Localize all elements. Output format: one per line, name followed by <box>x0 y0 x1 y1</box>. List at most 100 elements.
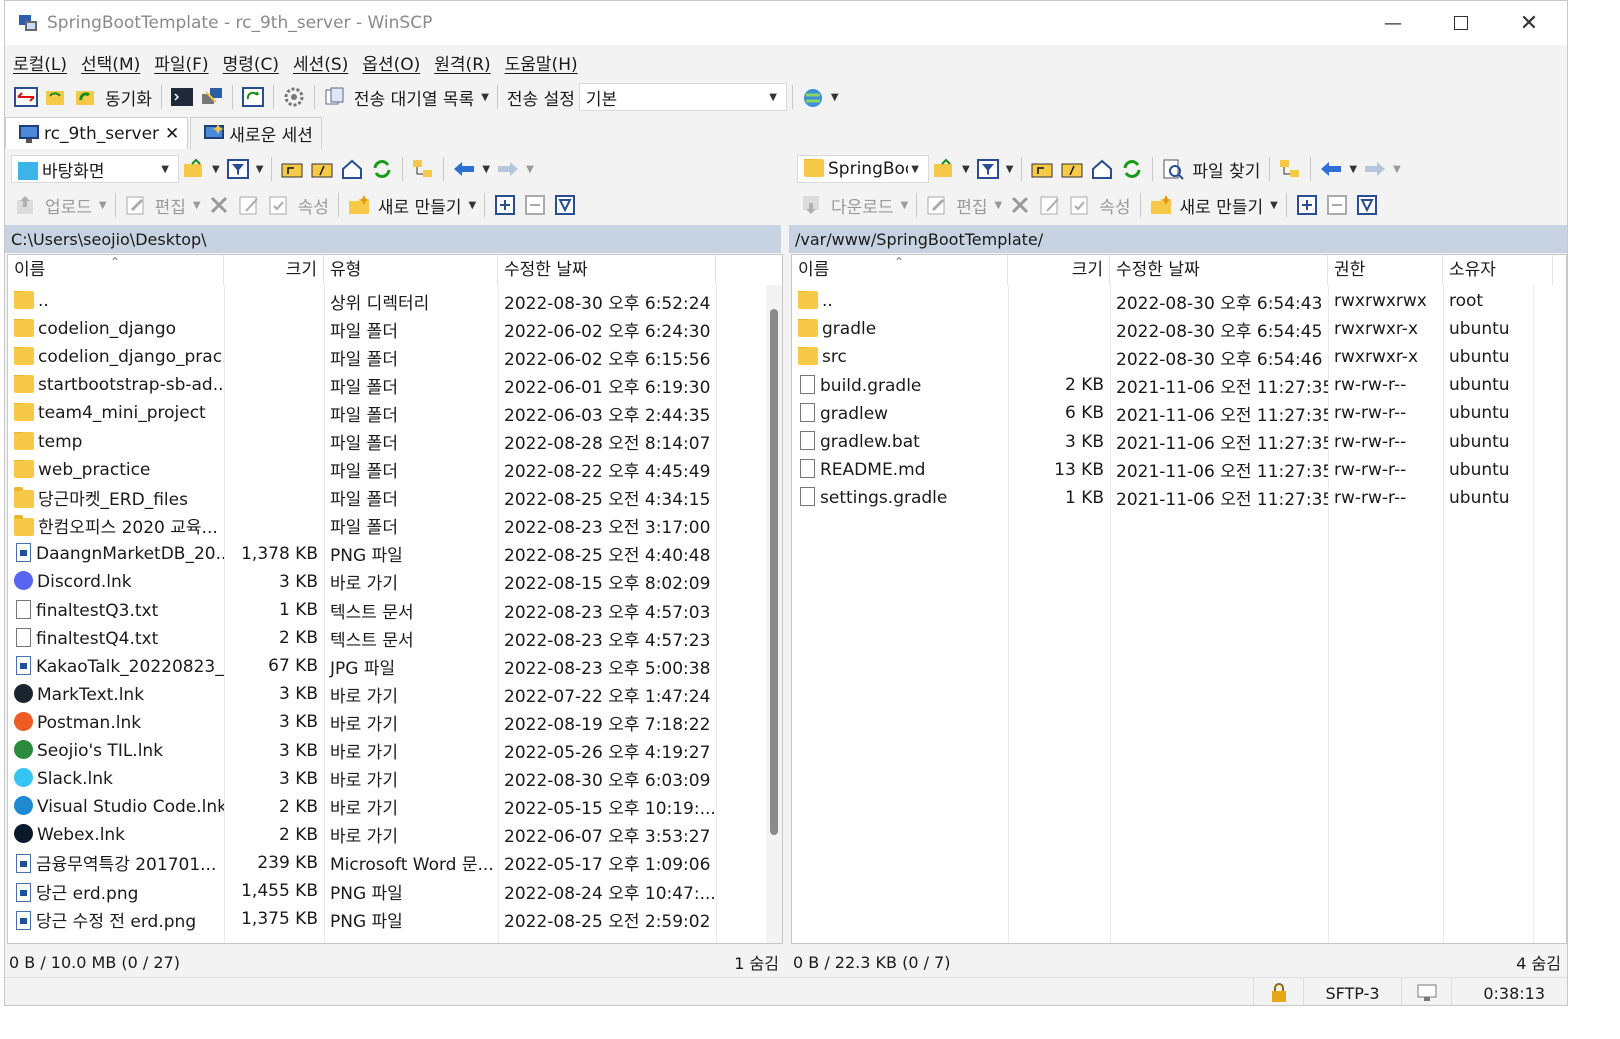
col-modified[interactable]: 수정한 날짜 <box>498 255 716 285</box>
menu-mark[interactable]: 선택(M) <box>81 50 140 75</box>
left-location-select[interactable]: 바탕화면 ▼ <box>11 155 179 183</box>
select-plus-icon[interactable] <box>493 194 517 216</box>
file-row[interactable]: Seojio's TIL.lnk 3 KB 바로 가기 2022-05-26 오후 4… <box>8 737 782 765</box>
refresh-icon[interactable] <box>1120 158 1144 180</box>
forward-arrow-icon[interactable] <box>496 158 520 180</box>
close-window-button[interactable]: ✕ <box>1495 1 1563 45</box>
open-folder-icon[interactable] <box>182 158 206 180</box>
file-row[interactable]: Discord.lnk 3 KB 바로 가기 2022-08-15 오후 8:02:0… <box>8 568 782 596</box>
col-rights[interactable]: 권한 <box>1328 255 1443 285</box>
new-button[interactable]: 새로 만들기 <box>378 193 462 218</box>
chevron-down-icon[interactable]: ▼ <box>1349 164 1357 175</box>
terminal-icon[interactable] <box>170 86 194 108</box>
file-row[interactable]: finaltestQ3.txt 1 KB 텍스트 문서 2022-08-23 오후 4… <box>8 596 782 624</box>
left-path-bar[interactable]: C:\Users\seojio\Desktop\ <box>5 225 781 253</box>
file-row[interactable]: startbootstrap-sb-ad... 파일 폴더 2022-06-01 오… <box>8 371 782 399</box>
tab-new-session[interactable]: 새로운 세션 <box>190 117 322 149</box>
root-directory-icon[interactable] <box>310 158 334 180</box>
rename-icon[interactable] <box>1038 194 1062 216</box>
file-row[interactable]: codelion_django 파일 폴더 2022-06-02 오후 6:24:3… <box>8 315 782 343</box>
queue-list-icon[interactable] <box>323 86 347 108</box>
right-file-panel[interactable]: 이름 크기 수정한 날짜 권한 소유자 ⌃ .. 2022-08-30 오후 6:… <box>791 254 1567 944</box>
select-filter-icon[interactable] <box>1355 194 1379 216</box>
col-size[interactable]: 크기 <box>224 255 324 285</box>
find-files-button[interactable]: 파일 찾기 <box>1192 157 1260 182</box>
properties-icon[interactable] <box>1068 194 1092 216</box>
file-row[interactable]: Postman.lnk 3 KB 바로 가기 2022-08-19 오후 7:18:2… <box>8 708 782 736</box>
file-row[interactable]: MarkText.lnk 3 KB 바로 가기 2022-07-22 오후 1:47:… <box>8 680 782 708</box>
file-row[interactable]: Slack.lnk 3 KB 바로 가기 2022-08-30 오후 6:03:09 <box>8 765 782 793</box>
back-arrow-icon[interactable] <box>1319 158 1343 180</box>
file-row[interactable]: 한컴오피스 2020 교육... 파일 폴더 2022-08-23 오전 3:17:… <box>8 512 782 540</box>
file-row[interactable]: settings.gradle 1 KB 2021-11-06 오전 11:27:3… <box>792 484 1566 512</box>
chevron-down-icon[interactable]: ▼ <box>481 92 489 103</box>
open-folder-icon[interactable] <box>932 158 956 180</box>
tab-rc-9th-server[interactable]: rc_9th_server ✕ <box>5 117 189 149</box>
select-plus-icon[interactable] <box>1295 194 1319 216</box>
chevron-down-icon[interactable]: ▼ <box>962 164 970 175</box>
tree-icon[interactable] <box>411 158 435 180</box>
root-directory-icon[interactable] <box>1060 158 1084 180</box>
compare-directories-icon[interactable] <box>14 86 38 108</box>
file-row[interactable]: gradlew.bat 3 KB 2021-11-06 오전 11:27:35 rw-… <box>792 427 1566 455</box>
right-path-bar[interactable]: /var/www/SpringBootTemplate/ <box>789 225 1567 253</box>
file-row[interactable]: 금융무역특강 201701... 239 KB Microsoft Word 문..… <box>8 849 782 877</box>
file-row[interactable]: 당근마켓_ERD_files 파일 폴더 2022-08-25 오전 4:34:15 <box>8 484 782 512</box>
properties-button[interactable]: 속성 <box>298 193 329 218</box>
close-tab-icon[interactable]: ✕ <box>165 124 179 144</box>
select-minus-icon[interactable] <box>1325 194 1349 216</box>
file-row[interactable]: build.gradle 2 KB 2021-11-06 오전 11:27:35 rw… <box>792 371 1566 399</box>
chevron-down-icon[interactable]: ▼ <box>831 92 839 103</box>
new-folder-icon[interactable] <box>347 194 371 216</box>
menu-commands[interactable]: 명령(C) <box>223 50 279 75</box>
file-row[interactable]: gradlew 6 KB 2021-11-06 오전 11:27:35 rw-rw-r… <box>792 399 1566 427</box>
menu-remote[interactable]: 원격(R) <box>434 50 490 75</box>
chevron-down-icon[interactable]: ▼ <box>1393 164 1401 175</box>
file-row[interactable]: KakaoTalk_20220823_... 67 KB JPG 파일 2022-08… <box>8 652 782 680</box>
maximize-button[interactable] <box>1427 1 1495 45</box>
file-row[interactable]: DaangnMarketDB_20... 1,378 KB PNG 파일 2022-0… <box>8 540 782 568</box>
new-button[interactable]: 새로 만들기 <box>1180 193 1264 218</box>
chevron-down-icon[interactable]: ▼ <box>995 200 1003 211</box>
rename-icon[interactable] <box>237 194 261 216</box>
right-hidden-count[interactable]: 4 숨김 <box>1516 950 1561 974</box>
file-row[interactable]: 당근 수정 전 erd.png 1,375 KB PNG 파일 2022-08-25 … <box>8 905 782 933</box>
file-row[interactable]: Webex.lnk 2 KB 바로 가기 2022-06-07 오후 3:53:27 <box>8 821 782 849</box>
lock-icon[interactable] <box>1253 978 1303 1005</box>
col-type[interactable]: 유형 <box>324 255 498 285</box>
menu-files[interactable]: 파일(F) <box>154 50 208 75</box>
chevron-down-icon[interactable]: ▼ <box>256 164 264 175</box>
globe-icon[interactable] <box>801 86 825 108</box>
minimize-button[interactable]: — <box>1359 1 1427 45</box>
parent-directory-icon[interactable] <box>280 158 304 180</box>
filter-icon[interactable] <box>976 158 1000 180</box>
menu-session[interactable]: 세션(S) <box>293 50 348 75</box>
filter-icon[interactable] <box>226 158 250 180</box>
putty-icon[interactable] <box>200 86 224 108</box>
chevron-down-icon[interactable]: ▼ <box>901 200 909 211</box>
download-button[interactable]: 다운로드 <box>831 193 894 218</box>
synchronize-icon[interactable] <box>74 86 98 108</box>
home-icon[interactable] <box>1090 158 1114 180</box>
chevron-down-icon[interactable]: ▼ <box>193 200 201 211</box>
chevron-down-icon[interactable]: ▼ <box>212 164 220 175</box>
file-row[interactable]: .. 상위 디렉터리 2022-08-30 오후 6:52:24 <box>8 287 782 315</box>
home-icon[interactable] <box>340 158 364 180</box>
select-filter-icon[interactable] <box>553 194 577 216</box>
file-row[interactable]: README.md 13 KB 2021-11-06 오전 11:27:35 rw-r… <box>792 456 1566 484</box>
edit-button[interactable]: 편집 <box>956 193 987 218</box>
file-row[interactable]: Visual Studio Code.lnk 2 KB 바로 가기 2022-05-1… <box>8 793 782 821</box>
delete-icon[interactable] <box>207 194 231 216</box>
select-minus-icon[interactable] <box>523 194 547 216</box>
edit-icon[interactable] <box>925 194 949 216</box>
transfer-preset-select[interactable]: 기본 ▼ <box>578 83 787 111</box>
back-arrow-icon[interactable] <box>452 158 476 180</box>
chevron-down-icon[interactable]: ▼ <box>482 164 490 175</box>
menu-help[interactable]: 도움말(H) <box>505 50 578 75</box>
edit-button[interactable]: 편집 <box>155 193 186 218</box>
file-row[interactable]: .. 2022-08-30 오후 6:54:43 rwxrwxrwx root <box>792 287 1566 315</box>
file-row[interactable]: 당근 erd.png 1,455 KB PNG 파일 2022-08-24 오후 10… <box>8 877 782 905</box>
find-files-icon[interactable] <box>1161 158 1185 180</box>
col-modified[interactable]: 수정한 날짜 <box>1110 255 1328 285</box>
gear-icon[interactable] <box>282 86 306 108</box>
